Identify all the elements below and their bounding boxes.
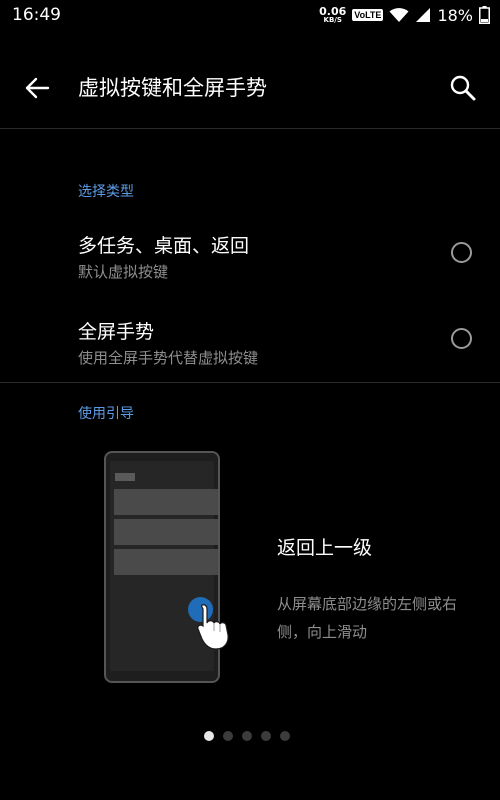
- battery-percentage: 18%: [437, 5, 473, 25]
- search-button[interactable]: [440, 68, 486, 108]
- network-speed: 0.06 KB/S: [319, 6, 346, 24]
- phone-screen-block: [114, 519, 218, 545]
- radio-button-fullscreen-gestures[interactable]: [451, 328, 472, 349]
- option-title: 全屏手势: [78, 321, 155, 343]
- option-subtitle: 默认虚拟按键: [78, 263, 169, 281]
- option-subtitle: 使用全屏手势代替虚拟按键: [78, 349, 259, 367]
- search-icon: [450, 75, 476, 101]
- hand-pointer-icon: [197, 604, 229, 650]
- page-dot-3[interactable]: [242, 731, 252, 741]
- header-divider: [0, 128, 500, 129]
- guide-title: 返回上一级: [277, 537, 373, 559]
- cell-signal-icon: [416, 8, 431, 22]
- option-virtual-keys[interactable]: 多任务、桌面、返回 默认虚拟按键: [0, 225, 500, 301]
- section-header-select-type: 选择类型: [78, 184, 134, 200]
- phone-screen-block: [114, 549, 218, 575]
- phone-screen-block: [114, 489, 218, 515]
- section-header-usage-guide: 使用引导: [78, 406, 134, 422]
- page-dot-4[interactable]: [261, 731, 271, 741]
- network-speed-unit: KB/S: [323, 16, 342, 24]
- wifi-icon: [389, 8, 409, 22]
- back-arrow-icon: [25, 77, 50, 99]
- page-dot-2[interactable]: [223, 731, 233, 741]
- option-fullscreen-gestures[interactable]: 全屏手势 使用全屏手势代替虚拟按键: [0, 311, 500, 387]
- page-dot-5[interactable]: [280, 731, 290, 741]
- option-title: 多任务、桌面、返回: [78, 235, 250, 257]
- volte-badge: VoLTE: [352, 9, 384, 21]
- phone-screen-header: [115, 473, 135, 481]
- page-title: 虚拟按键和全屏手势: [78, 76, 267, 100]
- radio-button-virtual-keys[interactable]: [451, 242, 472, 263]
- status-time: 16:49: [12, 5, 61, 25]
- back-button[interactable]: [14, 68, 60, 108]
- status-icons: 0.06 KB/S VoLTE 18%: [319, 3, 490, 27]
- section-divider: [0, 382, 500, 383]
- page-dot-1[interactable]: [204, 731, 214, 741]
- status-bar: 16:49 0.06 KB/S VoLTE 18%: [0, 0, 500, 30]
- battery-icon: [479, 6, 490, 24]
- page-indicator: [204, 731, 290, 741]
- app-bar: 虚拟按键和全屏手势: [0, 46, 500, 128]
- guide-description: 从屏幕底部边缘的左侧或右侧，向上滑动: [277, 595, 458, 641]
